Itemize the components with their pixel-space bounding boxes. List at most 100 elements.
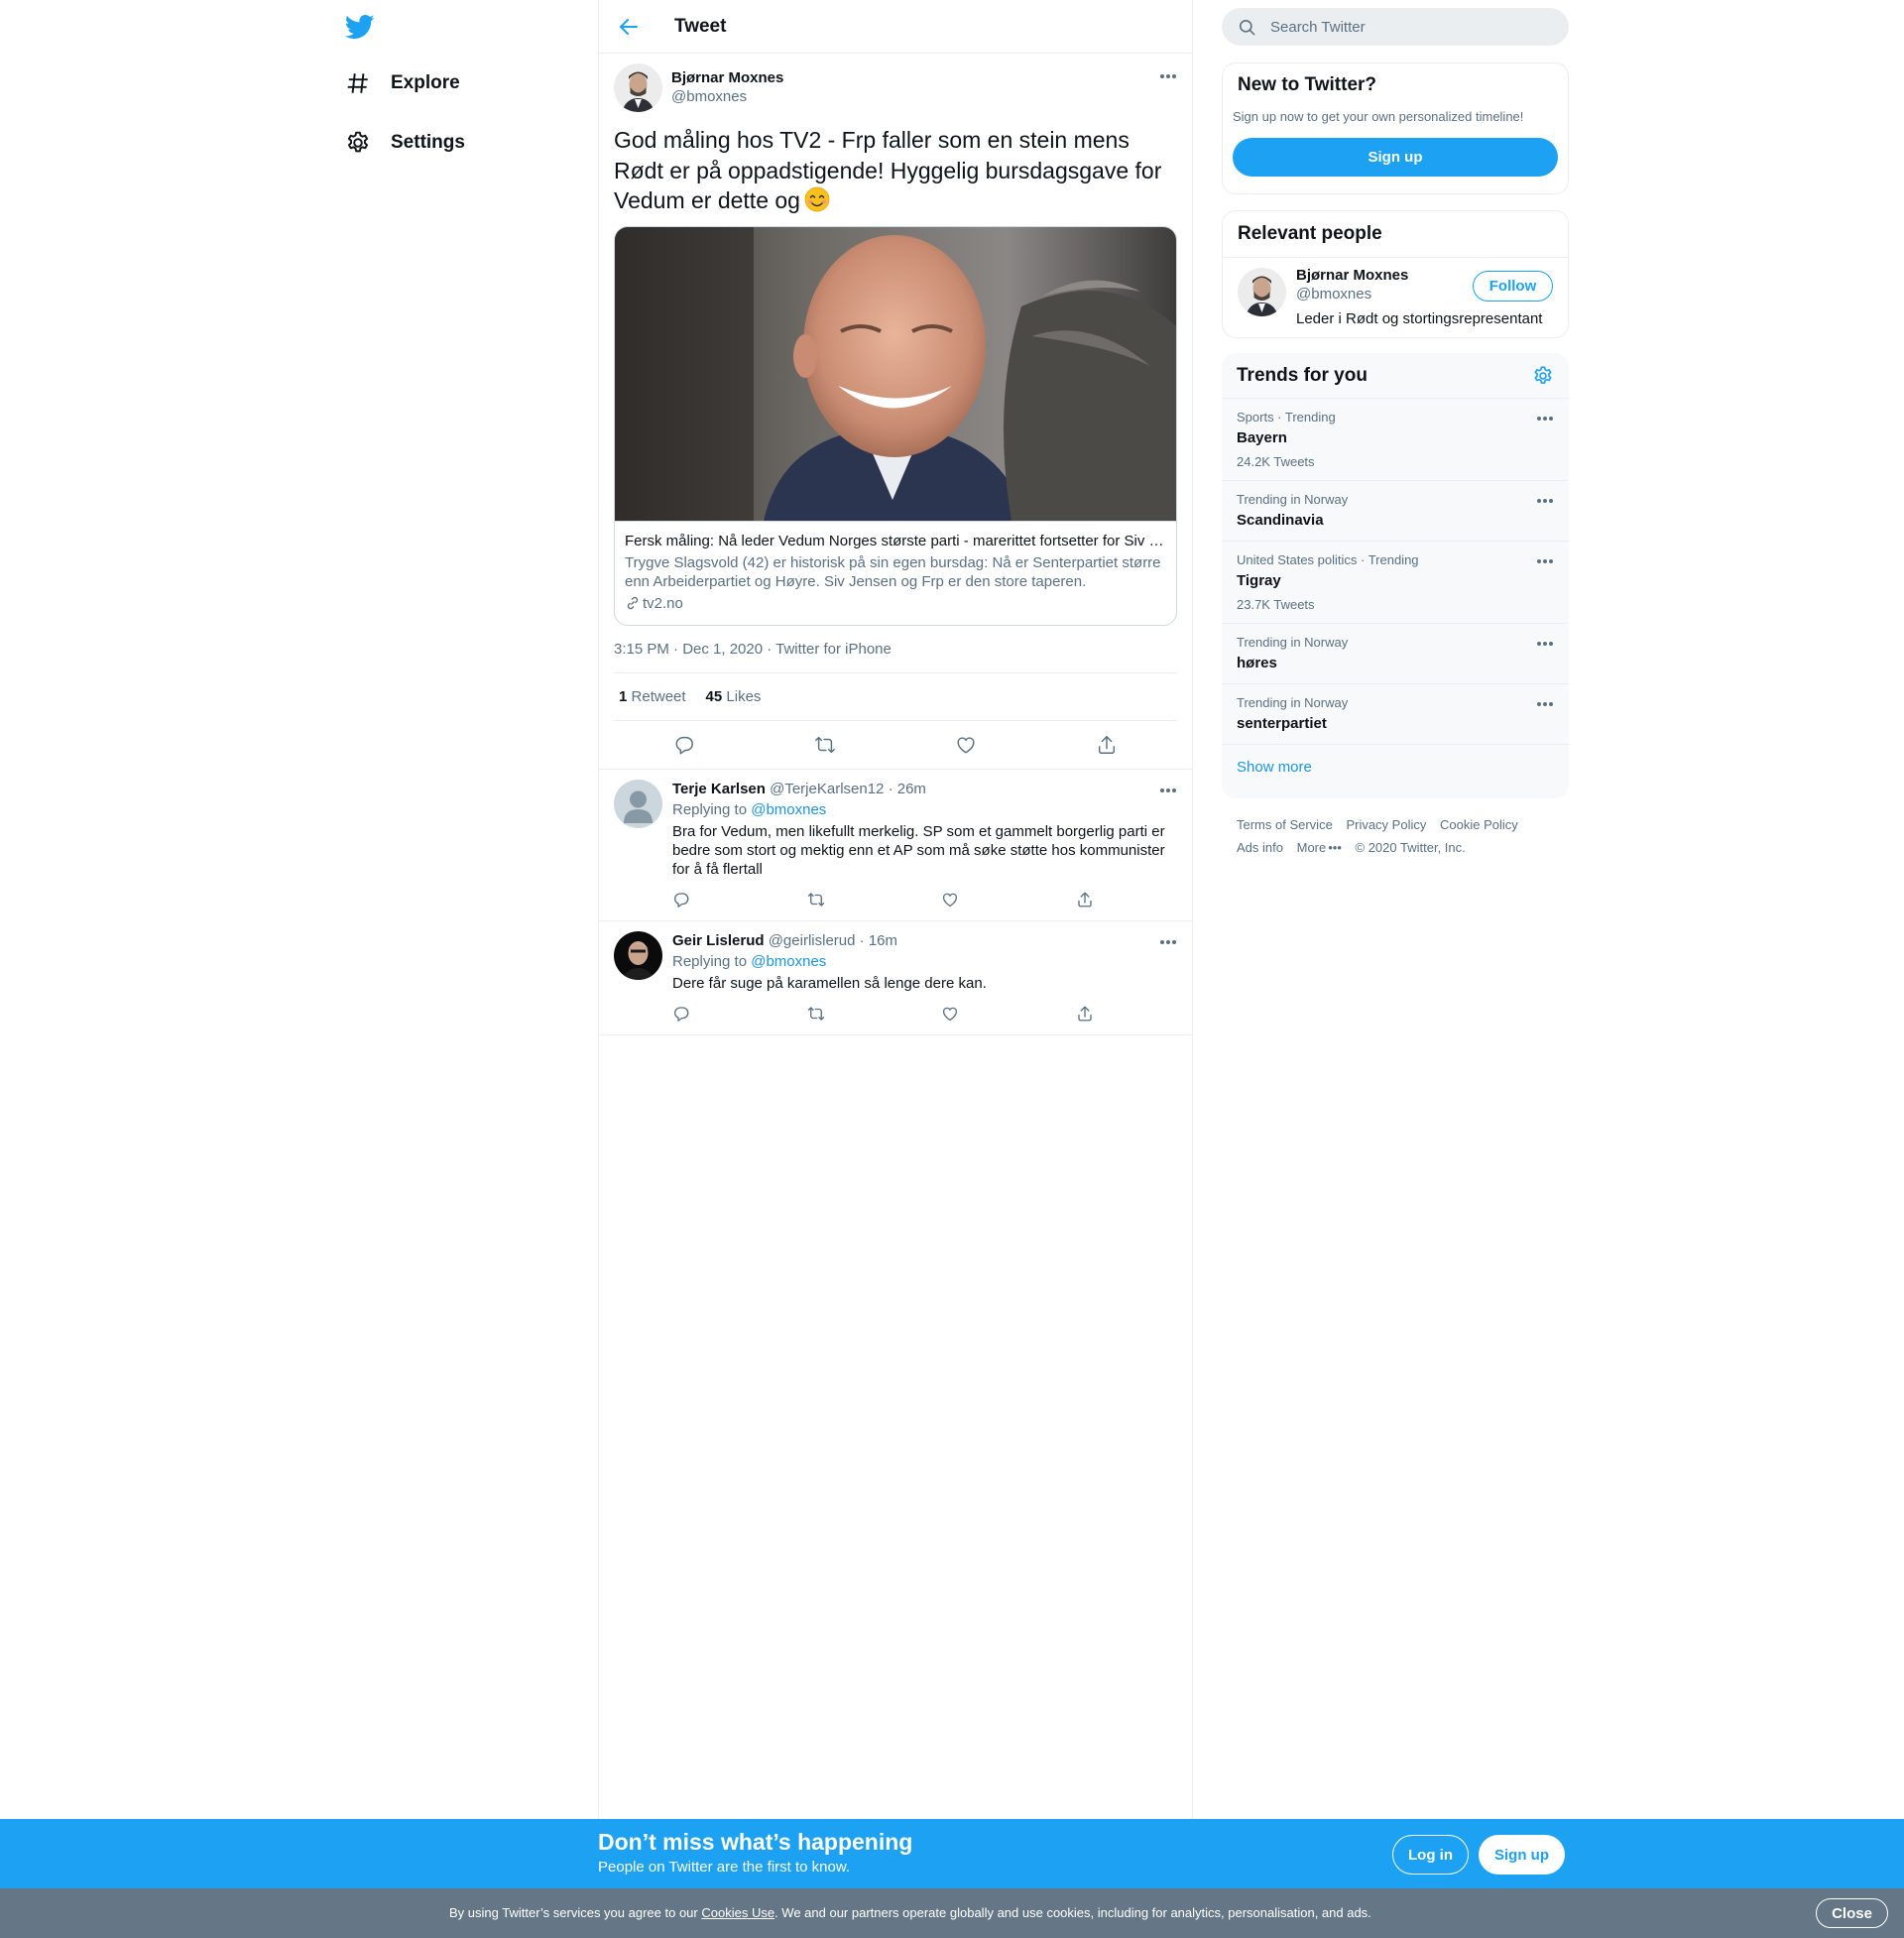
promo-bar: Don’t miss what’s happening People on Tw… [0,1819,1904,1888]
reply-tweet[interactable]: Terje Karlsen @TerjeKarlsen12 · 26m Repl… [599,770,1192,921]
search-input[interactable]: Search Twitter [1222,8,1569,46]
reply-author-handle[interactable]: @TerjeKarlsen12 [770,781,884,797]
reply-author-handle[interactable]: @geirlislerud [769,932,856,949]
more-options-icon[interactable] [1159,72,1177,80]
reply-icon[interactable] [672,891,690,908]
author-handle[interactable]: @bmoxnes [671,87,783,106]
more-options-icon[interactable] [1536,640,1554,648]
more-options-icon[interactable] [1536,557,1554,565]
trend-context: Trending in Norway [1237,695,1349,710]
reply-time[interactable]: 16m [869,932,897,949]
tweet-stats: 1 Retweet 45 Likes [614,673,1177,721]
nav-settings[interactable]: Settings [345,121,465,165]
share-icon[interactable] [1076,1005,1094,1023]
reply-author-name[interactable]: Geir Lislerud [672,932,765,949]
reply-avatar[interactable] [614,779,662,828]
like-icon[interactable] [941,891,959,908]
trend-context: Trending in Norway [1237,635,1349,650]
reply-avatar[interactable] [614,930,662,980]
trend-item[interactable]: Sports · Trending Bayern 24.2K Tweets [1222,399,1569,481]
retweets-stat[interactable]: 1 Retweet [619,688,686,705]
replying-to: Replying to @bmoxnes [672,800,1177,819]
show-more-link[interactable]: Show more [1222,745,1569,789]
trend-name: Tigray [1237,572,1281,589]
trend-name: Bayern [1237,429,1287,446]
trend-context: United States politics · Trending [1237,552,1419,567]
footer-more-label: More [1296,840,1327,855]
trends-title: Trends for you [1237,364,1368,386]
reply-tweet[interactable]: Geir Lislerud @geirlislerud · 16m Replyi… [599,921,1192,1035]
reply-icon[interactable] [672,1005,690,1023]
nav-explore[interactable]: Explore [345,61,460,105]
gear-icon[interactable] [1532,365,1554,387]
relevant-people-title: Relevant people [1223,211,1568,258]
author-name[interactable]: Bjørnar Moxnes [671,68,783,87]
promo-title: Don’t miss what’s happening [598,1829,913,1855]
dot-separator: · [888,780,893,797]
retweet-icon[interactable] [807,891,825,908]
like-icon[interactable] [941,1005,959,1023]
new-to-twitter-box: New to Twitter? Sign up now to get your … [1222,62,1569,194]
signup-button[interactable]: Sign up [1479,1835,1565,1875]
more-options-icon[interactable] [1536,415,1554,423]
replying-to: Replying to @bmoxnes [672,952,1177,971]
replying-prefix: Replying to [672,952,748,970]
retweet-icon[interactable] [814,734,836,756]
footer-link-privacy[interactable]: Privacy Policy [1346,813,1426,836]
footer-link-cookie[interactable]: Cookie Policy [1440,813,1518,836]
share-icon[interactable] [1096,734,1118,756]
cookies-use-link[interactable]: Cookies Use [701,1905,774,1920]
author-avatar[interactable] [614,63,662,112]
search-icon [1238,18,1270,37]
relevant-person[interactable]: Bjørnar Moxnes @bmoxnes Leder i Rødt og … [1223,258,1568,337]
reply-text: Bra for Vedum, men likefullt merkelig. S… [672,822,1165,878]
replying-prefix: Replying to [672,800,748,818]
sidebar-signup-button[interactable]: Sign up [1233,138,1558,177]
dot-separator: · [859,931,865,949]
twitter-logo-icon[interactable] [345,12,375,42]
trend-item[interactable]: Trending in Norway Scandinavia [1222,481,1569,542]
likes-stat[interactable]: 45 Likes [706,688,762,705]
tweet-text: God måling hos TV2 - Frp faller som en s… [614,125,1177,216]
relevant-person-avatar[interactable] [1238,268,1286,316]
trend-name: Scandinavia [1237,512,1324,529]
likes-count: 45 [705,687,723,705]
retweet-icon[interactable] [807,1005,825,1023]
reply-icon[interactable] [673,734,695,756]
tweet-actions [599,721,1192,770]
gear-icon [345,130,371,156]
smiling-face-emoji-icon [804,186,830,212]
back-arrow-icon[interactable] [617,15,641,39]
more-options-icon[interactable] [1536,700,1554,708]
reply-author-name[interactable]: Terje Karlsen [672,781,766,797]
footer-link-terms[interactable]: Terms of Service [1237,813,1333,836]
reply-time[interactable]: 26m [897,781,926,797]
like-icon[interactable] [955,734,977,756]
reply-actions [672,889,1094,910]
trend-item[interactable]: United States politics · Trending Tigray… [1222,542,1569,624]
share-icon[interactable] [1076,891,1094,908]
trend-name: høres [1237,655,1277,671]
footer-link-ads[interactable]: Ads info [1237,836,1283,859]
link-icon [625,595,641,611]
more-options-icon[interactable] [1536,497,1554,505]
new-to-twitter-title: New to Twitter? [1238,74,1377,95]
follow-button[interactable]: Follow [1473,271,1553,302]
trend-item[interactable]: Trending in Norway senterpartiet [1222,684,1569,745]
promo-subtitle: People on Twitter are the first to know. [598,1859,851,1876]
card-title: Fersk måling: Nå leder Vedum Norges stør… [625,532,1164,549]
cookie-text-after: . We and our partners operate globally a… [774,1905,1371,1920]
trend-item[interactable]: Trending in Norway høres [1222,624,1569,684]
close-cookie-button[interactable]: Close [1816,1898,1888,1928]
mention-link[interactable]: @bmoxnes [751,953,826,970]
page-title: Tweet [674,15,727,37]
mention-link[interactable]: @bmoxnes [751,801,826,818]
link-card[interactable]: Fersk måling: Nå leder Vedum Norges stør… [614,225,1177,626]
more-options-icon[interactable] [1159,787,1177,794]
retweets-label: Retweet [631,687,686,705]
nav-settings-label: Settings [391,132,465,153]
more-options-icon[interactable] [1159,938,1177,946]
nav-explore-label: Explore [391,72,460,93]
login-button[interactable]: Log in [1392,1835,1469,1875]
footer-link-more[interactable]: More ••• [1297,836,1342,859]
